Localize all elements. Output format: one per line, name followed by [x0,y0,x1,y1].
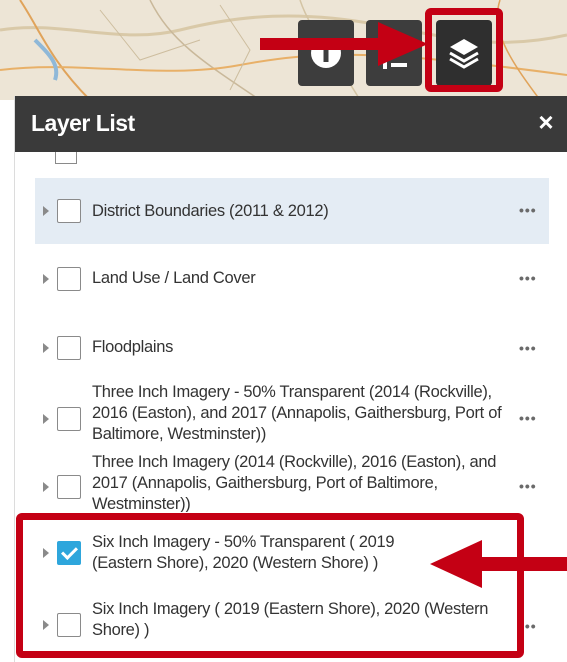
panel-title: Layer List [31,110,135,136]
more-options-icon[interactable]: ••• [519,478,537,494]
expand-arrow-icon[interactable] [43,206,49,216]
layer-checkbox[interactable] [55,152,77,164]
layer-row-three-inch[interactable]: Three Inch Imagery (2014 (Rockville), 20… [35,450,549,512]
panel-header: Layer List × [15,96,567,152]
layer-row-land-use[interactable]: Land Use / Land Cover ••• [35,244,549,310]
layer-row-floodplains[interactable]: Floodplains ••• [35,312,549,378]
layer-checkbox[interactable] [57,267,81,291]
arrow-left-annotation [430,540,567,588]
layer-checkbox[interactable] [57,475,81,499]
layer-checkbox[interactable] [57,199,81,223]
layer-row-three-inch-transparent[interactable]: Three Inch Imagery - 50% Transparent (20… [35,378,549,448]
layer-label: Three Inch Imagery - 50% Transparent (20… [92,383,502,443]
highlight-box-layers-button [425,8,503,92]
expand-arrow-icon[interactable] [43,343,49,353]
list-item-partial [35,152,555,164]
arrow-right-annotation [260,22,428,66]
layer-row-district-boundaries[interactable]: District Boundaries (2011 & 2012) ••• [35,178,549,244]
layer-checkbox[interactable] [57,407,81,431]
more-options-icon[interactable]: ••• [519,410,537,426]
layer-label: District Boundaries (2011 & 2012) [92,202,329,220]
more-options-icon[interactable]: ••• [519,202,537,218]
more-options-icon[interactable]: ••• [519,270,537,286]
layer-checkbox[interactable] [57,336,81,360]
layer-label: Land Use / Land Cover [92,269,256,287]
layer-label: Three Inch Imagery (2014 (Rockville), 20… [92,453,497,512]
layer-label: Floodplains [92,338,174,356]
close-button[interactable]: × [534,108,558,136]
expand-arrow-icon[interactable] [43,274,49,284]
expand-arrow-icon[interactable] [43,482,49,492]
expand-arrow-icon[interactable] [43,414,49,424]
more-options-icon[interactable]: ••• [519,340,537,356]
